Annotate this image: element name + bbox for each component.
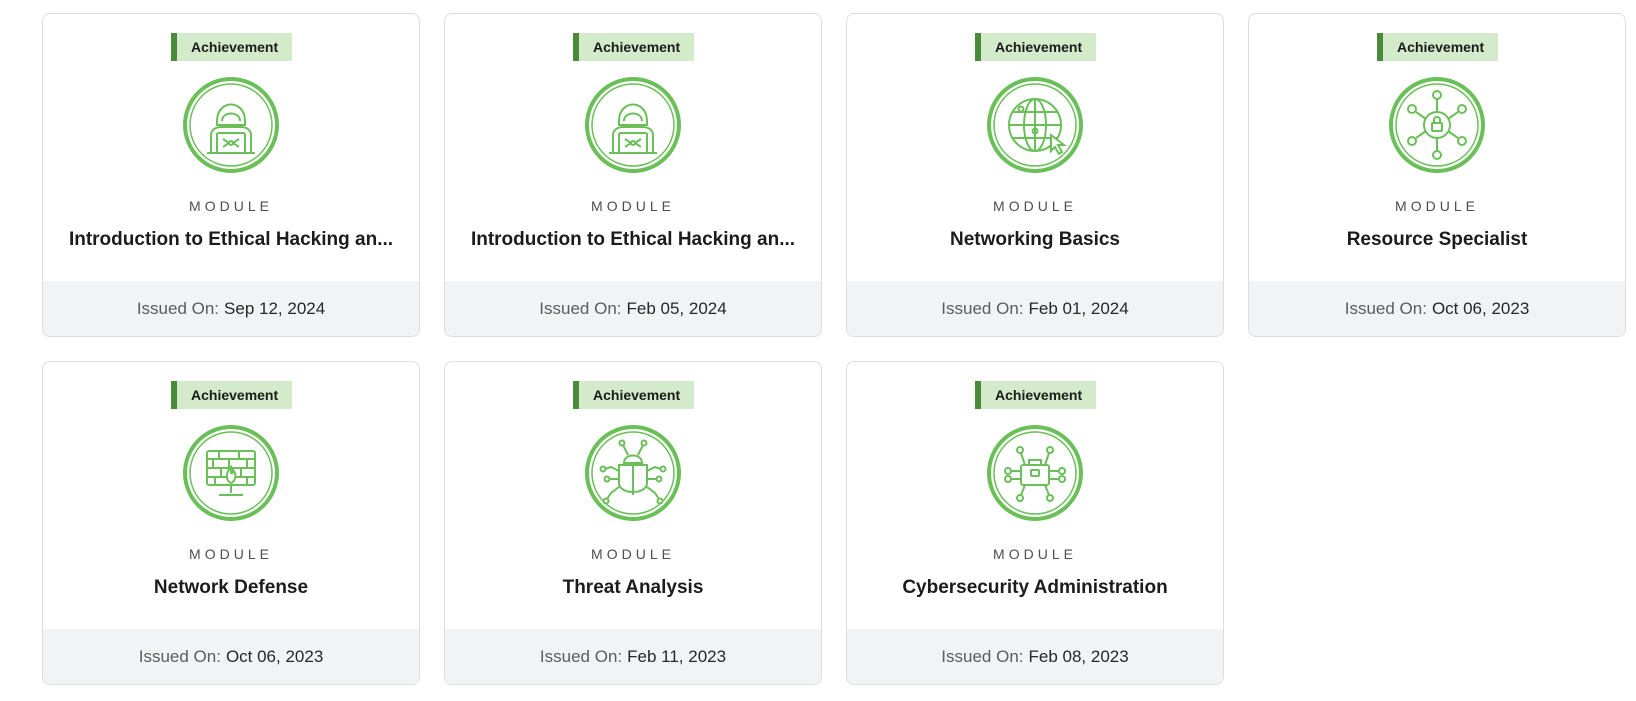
card-title[interactable]: Cybersecurity Administration	[865, 577, 1205, 599]
card-footer: Issued On: Feb 08, 2023	[847, 629, 1223, 684]
issued-label: Issued On:	[941, 298, 1024, 318]
achievement-badge: Achievement	[573, 33, 695, 61]
achievement-card[interactable]: Achievement MODULE Threat Analysis Issue…	[444, 361, 822, 685]
card-title[interactable]: Introduction to Ethical Hacking an...	[61, 229, 401, 251]
card-kind-label: MODULE	[591, 546, 675, 562]
card-footer: Issued On: Oct 06, 2023	[43, 629, 419, 684]
achievement-card[interactable]: Achievement MODULE Introduction to Ethic…	[42, 13, 420, 337]
issued-date: Feb 01, 2024	[1028, 298, 1129, 318]
hacker-icon	[181, 75, 281, 175]
card-title[interactable]: Network Defense	[61, 577, 401, 599]
achievement-card[interactable]: Achievement MODULE Networking Basics Iss…	[846, 13, 1224, 337]
briefcase-network-icon	[985, 423, 1085, 523]
card-title[interactable]: Introduction to Ethical Hacking an...	[463, 229, 803, 251]
issued-date: Oct 06, 2023	[225, 646, 324, 666]
issued-date: Feb 08, 2023	[1028, 646, 1129, 666]
achievements-grid: Achievement MODULE Introduction to Ethic…	[42, 13, 1626, 685]
achievement-badge: Achievement	[975, 33, 1097, 61]
achievement-badge: Achievement	[171, 381, 293, 409]
card-footer: Issued On: Feb 05, 2024	[445, 281, 821, 336]
achievement-card[interactable]: Achievement MODULE Network Defense Issue…	[42, 361, 420, 685]
achievement-badge: Achievement	[975, 381, 1097, 409]
firewall-monitor-icon	[181, 423, 281, 523]
card-title[interactable]: Networking Basics	[865, 229, 1205, 251]
issued-label: Issued On:	[138, 646, 221, 666]
issued-date: Feb 05, 2024	[626, 298, 727, 318]
issued-label: Issued On:	[941, 646, 1024, 666]
issued-label: Issued On:	[539, 646, 623, 666]
achievement-card[interactable]: Achievement MODULE Cybersecurity Adminis…	[846, 361, 1224, 685]
card-footer: Issued On: Feb 01, 2024	[847, 281, 1223, 336]
card-footer: Issued On: Sep 12, 2024	[43, 281, 419, 336]
card-title[interactable]: Resource Specialist	[1267, 229, 1607, 251]
achievement-badge: Achievement	[573, 381, 695, 409]
issued-date: Sep 12, 2024	[224, 298, 326, 318]
card-title[interactable]: Threat Analysis	[463, 577, 803, 599]
bug-icon	[583, 423, 683, 523]
hacker-icon	[583, 75, 683, 175]
achievement-badge: Achievement	[171, 33, 293, 61]
achievement-card[interactable]: Achievement MODULE Resource Specialist I…	[1248, 13, 1626, 337]
issued-label: Issued On:	[539, 298, 622, 318]
card-footer: Issued On: Feb 11, 2023	[445, 629, 821, 684]
achievement-card[interactable]: Achievement MODULE Introduction to Ethic…	[444, 13, 822, 337]
card-kind-label: MODULE	[993, 198, 1077, 214]
card-kind-label: MODULE	[189, 198, 273, 214]
card-kind-label: MODULE	[189, 546, 273, 562]
card-footer: Issued On: Oct 06, 2023	[1249, 281, 1625, 336]
card-kind-label: MODULE	[1395, 198, 1479, 214]
achievement-badge: Achievement	[1377, 33, 1499, 61]
issued-date: Oct 06, 2023	[1431, 298, 1530, 318]
issued-date: Feb 11, 2023	[627, 646, 727, 666]
issued-label: Issued On:	[136, 298, 220, 318]
issued-label: Issued On:	[1344, 298, 1427, 318]
globe-network-icon	[985, 75, 1085, 175]
network-lock-icon	[1387, 75, 1487, 175]
card-kind-label: MODULE	[993, 546, 1077, 562]
card-kind-label: MODULE	[591, 198, 675, 214]
